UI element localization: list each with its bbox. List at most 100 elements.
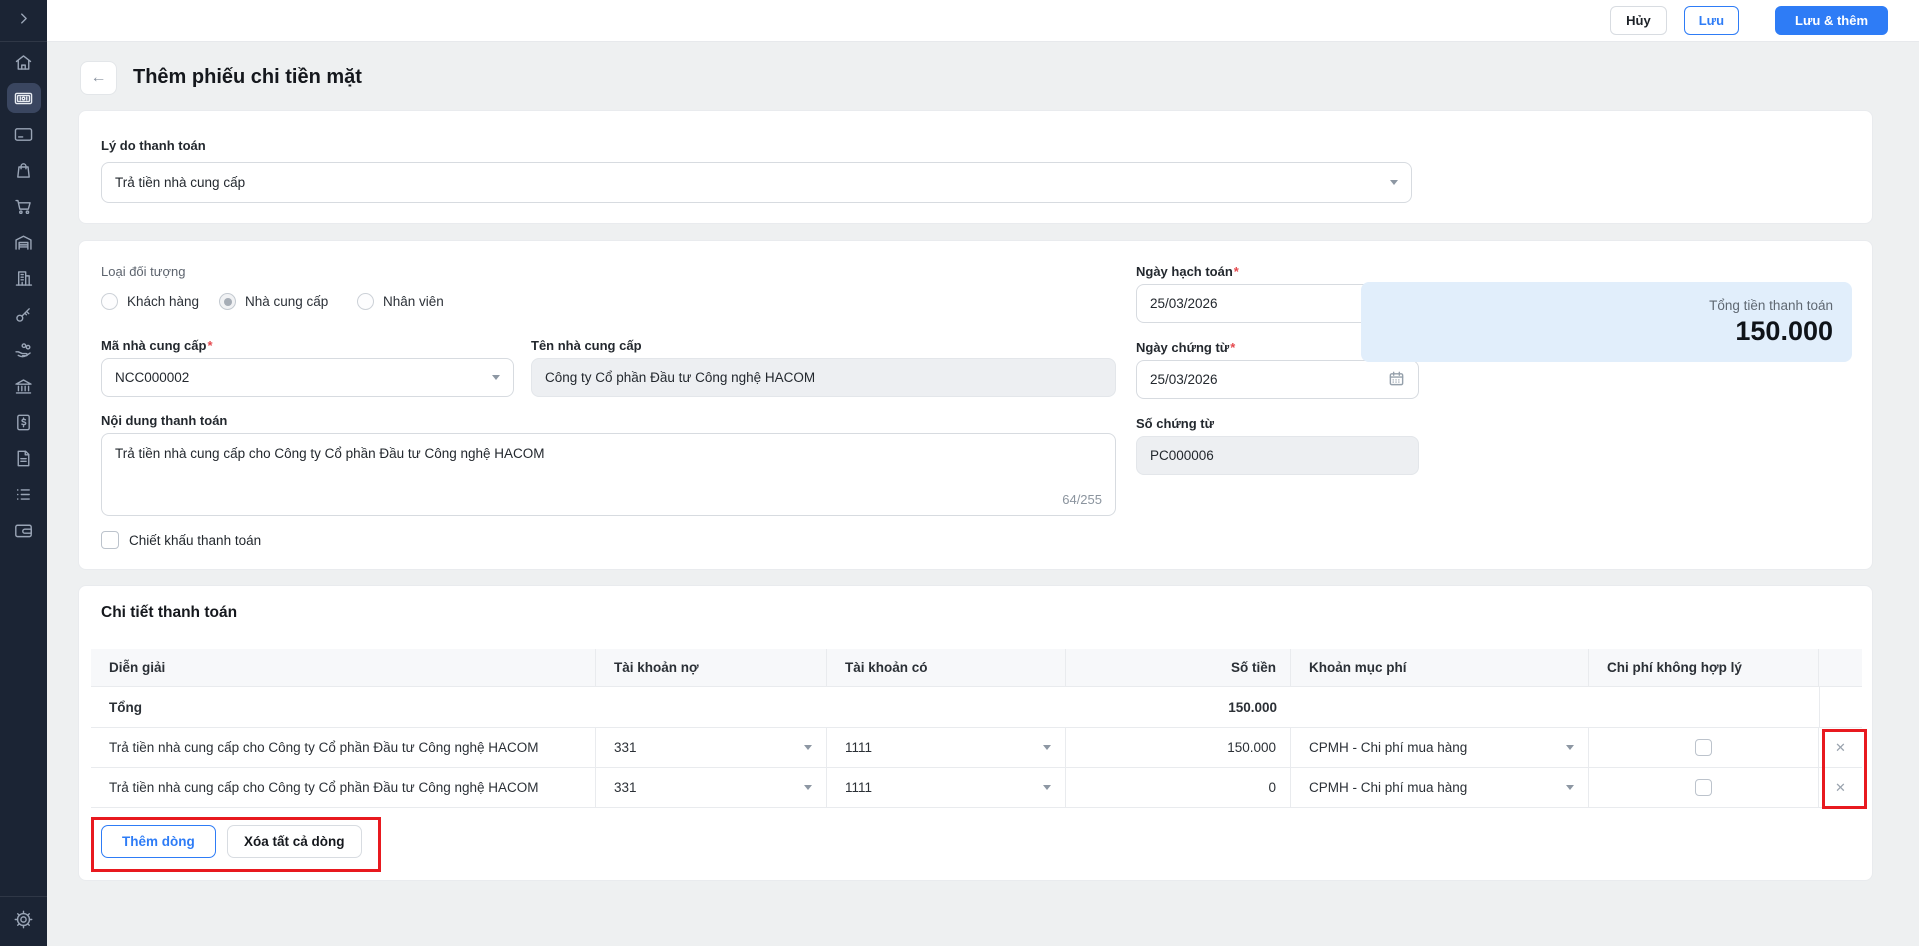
radio-employee: Nhân viên	[357, 293, 444, 310]
supplier-code-label: Mã nhà cung cấp*	[101, 338, 213, 353]
sidebar-item-bank[interactable]	[0, 368, 47, 404]
payment-content-value: Trả tiền nhà cung cấp cho Công ty Cổ phầ…	[115, 446, 545, 461]
required-mark: *	[1234, 264, 1239, 279]
row1-invalid-expense-cell	[1589, 728, 1819, 767]
document-number-input: PC000006	[1136, 436, 1419, 475]
radio-customer-label: Khách hàng	[127, 294, 199, 309]
supplier-name-input: Công ty Cổ phần Đầu tư Công nghệ HACOM	[531, 358, 1116, 397]
sidebar-toggle-button[interactable]	[0, 0, 47, 42]
arrow-left-icon: ←	[91, 69, 107, 87]
sidebar-item-cash[interactable]	[0, 80, 47, 116]
col-debit-account: Tài khoản nợ	[596, 649, 827, 686]
chevron-down-icon	[1566, 785, 1574, 790]
posting-date-label: Ngày hạch toán*	[1136, 264, 1239, 279]
row2-description-cell[interactable]: Trả tiền nhà cung cấp cho Công ty Cổ phầ…	[91, 768, 596, 807]
save-button[interactable]: Lưu	[1684, 6, 1739, 35]
document-number-label: Số chứng từ	[1136, 416, 1214, 431]
list-icon	[7, 479, 41, 509]
document-icon	[7, 443, 41, 473]
row1-expense-select[interactable]: CPMH - Chi phí mua hàng	[1291, 728, 1589, 767]
sidebar-item-invoice[interactable]	[0, 404, 47, 440]
row1-debit-select[interactable]: 331	[596, 728, 827, 767]
back-button[interactable]: ←	[80, 61, 117, 95]
row2-amount-cell[interactable]: 0	[1066, 768, 1291, 807]
object-type-label: Loại đối tượng	[101, 264, 185, 279]
chevron-down-icon	[1390, 180, 1398, 185]
sidebar-item-sales[interactable]	[0, 188, 47, 224]
sidebar-item-purchase[interactable]	[0, 152, 47, 188]
sidebar-item-card[interactable]	[0, 116, 47, 152]
wallet-icon	[7, 515, 41, 545]
sidebar-nav	[0, 44, 47, 548]
radio-employee-label: Nhân viên	[383, 294, 444, 309]
row2-expense-select[interactable]: CPMH - Chi phí mua hàng	[1291, 768, 1589, 807]
sidebar-item-warehouse[interactable]	[0, 224, 47, 260]
row1-description-cell[interactable]: Trả tiền nhà cung cấp cho Công ty Cổ phầ…	[91, 728, 596, 767]
row2-credit-select[interactable]: 1111	[827, 768, 1066, 807]
credit-card-icon	[7, 119, 41, 149]
key-icon	[7, 299, 41, 329]
sidebar-item-categories[interactable]	[0, 476, 47, 512]
shopping-cart-icon	[7, 191, 41, 221]
save-and-add-button[interactable]: Lưu & thêm	[1775, 6, 1888, 35]
total-payment-label: Tổng tiền thanh toán	[1709, 298, 1833, 313]
sidebar-settings-button[interactable]	[0, 896, 47, 946]
supplier-code-select[interactable]: NCC000002	[101, 358, 514, 397]
invoice-icon	[7, 407, 41, 437]
document-date-value: 25/03/2026	[1150, 372, 1218, 387]
table-header-row: Diễn giải Tài khoản nợ Tài khoản có Số t…	[91, 649, 1862, 687]
document-date-input[interactable]: 25/03/2026	[1136, 360, 1419, 399]
voucher-info-card: Loại đối tượng Khách hàng Nhà cung cấp N…	[78, 240, 1873, 570]
hand-coins-icon	[7, 335, 41, 365]
payment-content-textarea[interactable]: Trả tiền nhà cung cấp cho Công ty Cổ phầ…	[101, 433, 1116, 516]
page-title: Thêm phiếu chi tiền mặt	[133, 66, 362, 89]
shopping-bag-icon	[7, 155, 41, 185]
discount-checkbox-label: Chiết khấu thanh toán	[129, 533, 261, 548]
payment-reason-value: Trả tiền nhà cung cấp	[115, 175, 245, 190]
sidebar-item-wallet[interactable]	[0, 512, 47, 548]
row2-expense-value: CPMH - Chi phí mua hàng	[1309, 780, 1467, 795]
row1-credit-select[interactable]: 1111	[827, 728, 1066, 767]
x-icon[interactable]: ✕	[1835, 741, 1846, 754]
col-amount: Số tiền	[1066, 649, 1291, 686]
home-icon	[7, 47, 41, 77]
radio-supplier-label: Nhà cung cấp	[245, 294, 328, 309]
row2-invalid-expense-checkbox[interactable]	[1695, 779, 1712, 796]
details-section-title: Chi tiết thanh toán	[101, 604, 237, 622]
col-credit-account: Tài khoản có	[827, 649, 1066, 686]
discount-checkbox-row[interactable]: Chiết khấu thanh toán	[101, 531, 261, 549]
sidebar-item-home[interactable]	[0, 44, 47, 80]
row2-invalid-expense-cell	[1589, 768, 1819, 807]
chevron-down-icon	[804, 785, 812, 790]
discount-checkbox[interactable]	[101, 531, 119, 549]
table-row: Trả tiền nhà cung cấp cho Công ty Cổ phầ…	[91, 728, 1862, 768]
payment-reason-select[interactable]: Trả tiền nhà cung cấp	[101, 162, 1412, 203]
row2-delete-cell: ✕	[1819, 768, 1862, 807]
sidebar-item-tools[interactable]	[0, 296, 47, 332]
row2-debit-select[interactable]: 331	[596, 768, 827, 807]
cash-icon	[7, 83, 41, 113]
col-expense-item: Khoản mục phí	[1291, 649, 1589, 686]
cancel-button[interactable]: Hủy	[1610, 6, 1667, 35]
chevron-down-icon	[804, 745, 812, 750]
warehouse-icon	[7, 227, 41, 257]
required-mark: *	[207, 338, 212, 353]
add-row-button[interactable]: Thêm dòng	[101, 825, 216, 858]
posting-date-value: 25/03/2026	[1150, 296, 1218, 311]
total-row-amount: 150.000	[91, 687, 1277, 728]
row2-debit-value: 331	[614, 780, 637, 795]
delete-all-rows-button[interactable]: Xóa tất cả dòng	[227, 825, 362, 858]
x-icon[interactable]: ✕	[1835, 781, 1846, 794]
sidebar	[0, 0, 47, 946]
supplier-name-label: Tên nhà cung cấp	[531, 338, 642, 353]
payment-content-label: Nội dung thanh toán	[101, 413, 227, 428]
row1-invalid-expense-checkbox[interactable]	[1695, 739, 1712, 756]
chevron-down-icon	[1043, 745, 1051, 750]
row2-credit-value: 1111	[845, 780, 872, 795]
sidebar-item-loans[interactable]	[0, 332, 47, 368]
bank-icon	[7, 371, 41, 401]
row1-amount-cell[interactable]: 150.000	[1066, 728, 1291, 767]
sidebar-item-company[interactable]	[0, 260, 47, 296]
radio-supplier-control	[219, 293, 236, 310]
sidebar-item-documents[interactable]	[0, 440, 47, 476]
